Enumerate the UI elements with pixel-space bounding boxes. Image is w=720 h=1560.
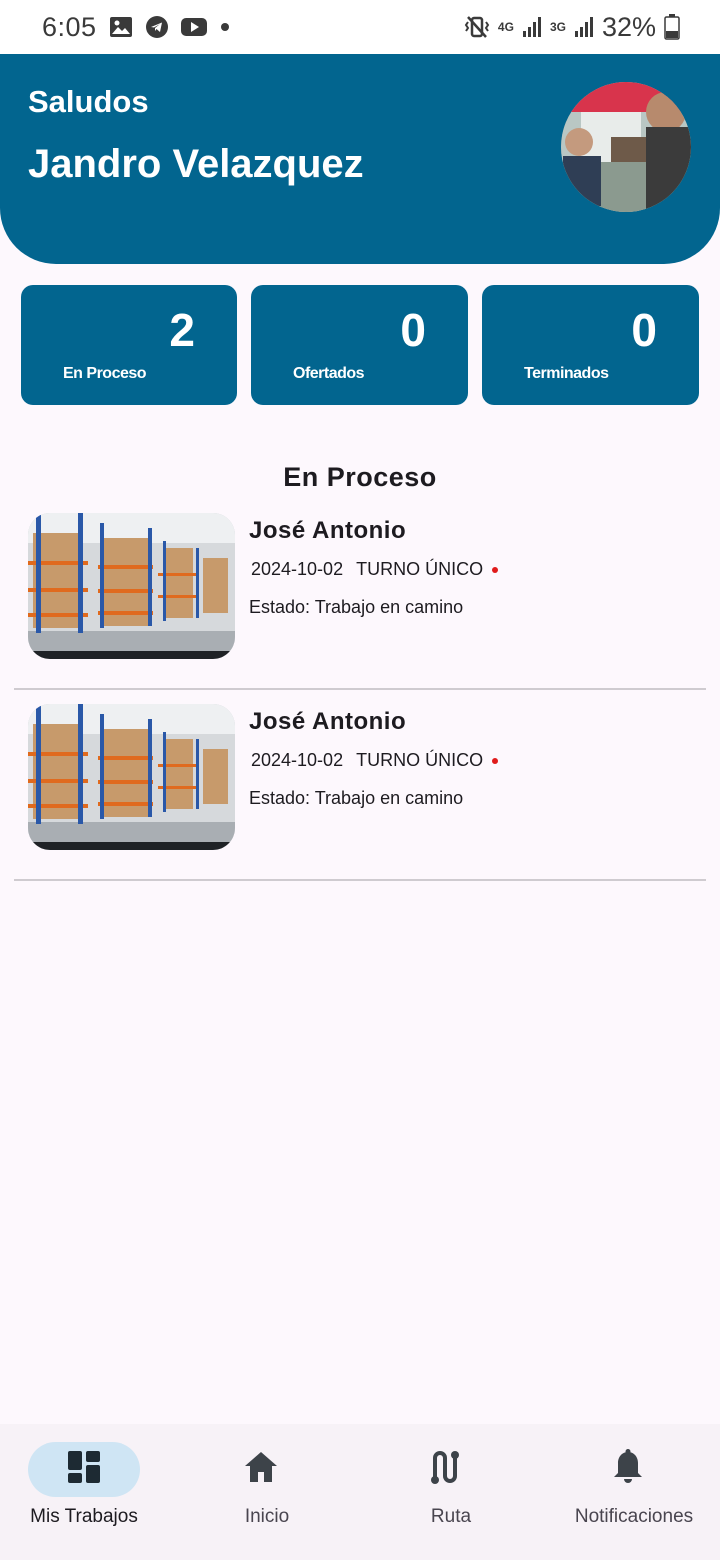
nav-label: Mis Trabajos — [30, 1506, 138, 1527]
battery-icon — [664, 14, 680, 40]
network-label-4g: 4G — [497, 20, 514, 34]
job-client-name: José Antonio — [249, 708, 407, 735]
status-right: 4G 3G 32% — [464, 12, 680, 43]
job-card[interactable]: José Antonio 2024-10-02 TURNO ÚNICO Esta… — [14, 704, 706, 880]
nav-item-ruta[interactable]: Ruta — [361, 1442, 541, 1542]
status-left: 6:05 — [42, 12, 231, 43]
stat-value: 2 — [169, 304, 195, 356]
status-dot-icon — [492, 757, 499, 764]
nav-item-mis-trabajos[interactable]: Mis Trabajos — [0, 1442, 180, 1542]
user-name: Jandro Velazquez — [28, 142, 364, 186]
stat-value: 0 — [631, 304, 657, 356]
divider — [14, 688, 706, 690]
stat-card-ofertados[interactable]: 0 Ofertados — [251, 285, 468, 405]
divider — [14, 879, 706, 881]
status-bar: 6:05 4G 3G 32% — [0, 0, 720, 54]
battery-percent: 32% — [601, 11, 656, 42]
signal-4g-icon: 4G — [498, 21, 514, 33]
network-label-3g: 3G — [549, 20, 566, 34]
job-status: Estado: Trabajo en camino — [249, 597, 464, 617]
job-client-name: José Antonio — [249, 517, 407, 544]
route-icon — [428, 1449, 462, 1490]
bell-icon — [612, 1449, 644, 1490]
stat-card-en-proceso[interactable]: 2 En Proceso — [21, 285, 237, 405]
job-meta: 2024-10-02 TURNO ÚNICO — [251, 559, 499, 580]
job-card[interactable]: José Antonio 2024-10-02 TURNO ÚNICO Esta… — [14, 513, 706, 689]
home-icon — [243, 1450, 279, 1489]
warehouse-image — [28, 513, 235, 659]
nav-icon-container — [572, 1442, 684, 1497]
gallery-icon — [109, 16, 133, 38]
dashboard-icon — [67, 1450, 101, 1489]
job-date: 2024-10-02 — [251, 559, 344, 579]
nav-label: Inicio — [244, 1506, 290, 1527]
job-shift: TURNO ÚNICO — [356, 559, 484, 579]
status-dot-icon — [492, 566, 499, 573]
stat-label: Ofertados — [293, 365, 365, 382]
section-title: En Proceso — [283, 462, 437, 492]
job-status: Estado: Trabajo en camino — [249, 788, 464, 808]
job-date: 2024-10-02 — [251, 750, 344, 770]
nav-icon-container — [205, 1442, 317, 1497]
nav-label: Ruta — [430, 1506, 472, 1527]
stat-label: En Proceso — [63, 365, 147, 382]
greeting-text: Saludos — [28, 84, 149, 119]
stat-label: Terminados — [524, 365, 609, 382]
signal-icon — [522, 16, 542, 38]
telegram-icon — [145, 15, 169, 39]
signal-icon — [574, 16, 594, 38]
nav-icon-container — [389, 1442, 501, 1497]
youtube-icon — [180, 17, 207, 37]
notification-dot-icon — [219, 21, 231, 33]
avatar[interactable] — [561, 82, 691, 212]
nav-active-indicator — [28, 1442, 140, 1497]
nav-label: Notificaciones — [574, 1506, 694, 1527]
stat-card-terminados[interactable]: 0 Terminados — [482, 285, 699, 405]
status-time: 6:05 — [42, 11, 97, 42]
header-banner: Saludos Jandro Velazquez — [0, 54, 720, 264]
nav-item-inicio[interactable]: Inicio — [177, 1442, 357, 1542]
signal-3g-icon: 3G — [550, 21, 566, 33]
warehouse-image — [28, 704, 235, 850]
bottom-navigation: Mis Trabajos Inicio Ruta Notificaciones — [0, 1424, 720, 1560]
nav-item-notificaciones[interactable]: Notificaciones — [544, 1442, 720, 1542]
stat-value: 0 — [400, 304, 426, 356]
job-meta: 2024-10-02 TURNO ÚNICO — [251, 750, 499, 771]
vibrate-icon — [464, 14, 490, 40]
job-shift: TURNO ÚNICO — [356, 750, 484, 770]
